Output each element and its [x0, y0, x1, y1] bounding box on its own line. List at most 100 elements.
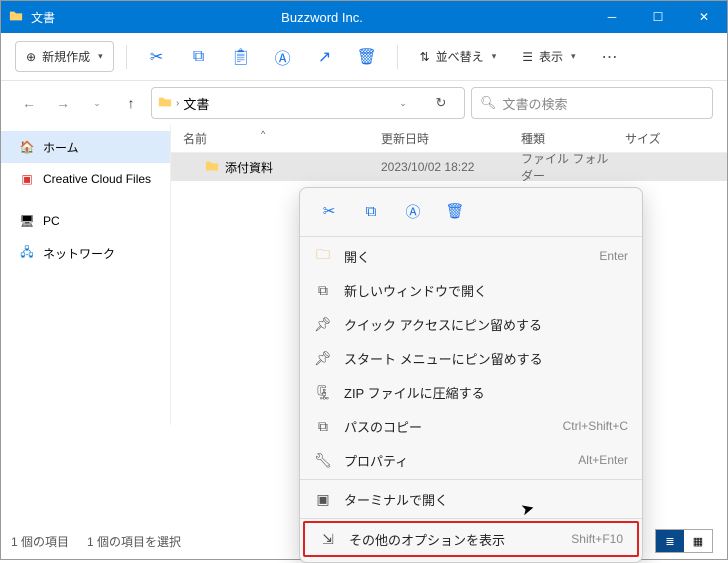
dropdown-button[interactable]: ⌄ [386, 98, 420, 109]
folder-icon: ▣ [19, 172, 35, 186]
chevron-down-icon: ▾ [571, 51, 576, 62]
context-icon-row: ✂ ⧉ Ⓐ 🗑︎ [300, 188, 642, 234]
search-placeholder: 文書の検索 [503, 94, 568, 113]
search-input[interactable]: 🔍︎ 文書の検索 [471, 87, 713, 119]
separator [397, 45, 398, 69]
separator [126, 45, 127, 69]
sidebar-item-network[interactable]: 🖧 ネットワーク [1, 237, 170, 269]
maximize-button[interactable]: ☐ [635, 1, 681, 33]
copy-path-icon: ⧉ [314, 418, 332, 435]
sort-label: 並べ替え [436, 48, 484, 65]
navigation-row: ← → ⌄ ↑ › 文書 ⌄ ↻ 🔍︎ 文書の検索 [1, 81, 727, 125]
column-name[interactable]: 名前 [171, 125, 369, 152]
sidebar-item-creative-cloud[interactable]: ▣ Creative Cloud Files [1, 163, 170, 195]
delete-button[interactable]: 🗑︎ [440, 196, 470, 226]
new-label: 新規作成 [42, 48, 90, 65]
context-menu: ✂ ⧉ Ⓐ 🗑︎ 🗀 開く Enter ⧉ 新しいウィンドウで開く 📌︎ クイッ… [299, 187, 643, 563]
ctx-compress-zip[interactable]: 🗜︎ ZIP ファイルに圧縮する [300, 375, 642, 409]
sort-indicator-icon: ^ [261, 129, 265, 139]
terminal-icon: ▣ [314, 491, 332, 508]
ctx-copy-path[interactable]: ⧉ パスのコピー Ctrl+Shift+C [300, 409, 642, 443]
delete-button[interactable]: 🗑︎ [349, 39, 385, 75]
title-bar: 文書 Buzzword Inc. ─ ☐ ✕ [1, 1, 727, 33]
ctx-properties[interactable]: 🔧︎ プロパティ Alt+Enter [300, 443, 642, 477]
separator [300, 236, 642, 237]
search-icon: 🔍︎ [480, 95, 497, 111]
sort-icon: ⇅ [420, 50, 430, 64]
column-date[interactable]: 更新日時 [369, 125, 509, 152]
folder-icon [205, 159, 219, 176]
folder-icon [158, 95, 172, 112]
pin-icon: 📌︎ [314, 350, 332, 367]
separator [300, 479, 642, 480]
thumbnails-view-button[interactable]: ▦ [684, 530, 712, 552]
paste-button[interactable]: 📋︎ [223, 39, 259, 75]
copy-button[interactable]: ⧉ [356, 196, 386, 226]
new-button[interactable]: ⊕ 新規作成 ▾ [15, 41, 114, 72]
window-title: 文書 [31, 9, 55, 26]
file-date: 2023/10/02 18:22 [369, 160, 509, 174]
column-type[interactable]: 種類 [509, 125, 613, 152]
details-view-button[interactable]: ≣ [656, 530, 684, 552]
sidebar-item-label: ホーム [43, 139, 79, 156]
cut-button[interactable]: ✂ [139, 39, 175, 75]
home-icon: 🏠 [19, 140, 35, 154]
sidebar-item-pc[interactable]: 🖥︎ PC [1, 205, 170, 237]
sidebar-item-label: Creative Cloud Files [43, 172, 151, 186]
address-bar[interactable]: › 文書 ⌄ ↻ [151, 87, 465, 119]
ctx-pin-start[interactable]: 📌︎ スタート メニューにピン留めする [300, 341, 642, 375]
pc-icon: 🖥︎ [19, 214, 35, 228]
up-button[interactable]: ↑ [117, 89, 145, 117]
properties-icon: 🔧︎ [314, 452, 332, 469]
sidebar-item-home[interactable]: 🏠 ホーム [1, 131, 170, 163]
new-window-icon: ⧉ [314, 282, 332, 299]
brand-label: Buzzword Inc. [55, 10, 589, 25]
ctx-show-more-options[interactable]: ⇲ その他のオプションを表示 Shift+F10 [303, 521, 639, 557]
minimize-button[interactable]: ─ [589, 1, 635, 33]
sidebar-item-label: PC [43, 214, 60, 228]
selection-count: 1 個の項目を選択 [87, 533, 181, 550]
more-button[interactable]: ⋯ [592, 39, 628, 75]
folder-open-icon: 🗀 [314, 244, 332, 268]
rename-button[interactable]: Ⓐ [265, 39, 301, 75]
pin-icon: 📌︎ [314, 316, 332, 333]
more-options-icon: ⇲ [319, 531, 337, 548]
close-button[interactable]: ✕ [681, 1, 727, 33]
view-label: 表示 [539, 48, 563, 65]
sidebar-item-label: ネットワーク [43, 245, 115, 262]
view-mode-switch[interactable]: ≣ ▦ [655, 529, 713, 553]
separator [300, 518, 642, 519]
plus-icon: ⊕ [26, 50, 36, 64]
file-name: 添付資料 [225, 159, 273, 176]
back-button[interactable]: ← [15, 89, 43, 117]
sort-button[interactable]: ⇅ 並べ替え ▾ [410, 42, 507, 71]
ctx-open-terminal[interactable]: ▣ ターミナルで開く [300, 482, 642, 516]
breadcrumb[interactable]: 文書 [183, 94, 209, 113]
sidebar: 🏠 ホーム ▣ Creative Cloud Files 🖥︎ PC 🖧 ネット… [1, 125, 171, 425]
ctx-pin-quick-access[interactable]: 📌︎ クイック アクセスにピン留めする [300, 307, 642, 341]
toolbar: ⊕ 新規作成 ▾ ✂ ⧉ 📋︎ Ⓐ ↗ 🗑︎ ⇅ 並べ替え ▾ ☰ 表示 ▾ ⋯ [1, 33, 727, 81]
recent-button[interactable]: ⌄ [83, 89, 111, 117]
cut-button[interactable]: ✂ [314, 196, 344, 226]
ctx-open[interactable]: 🗀 開く Enter [300, 239, 642, 273]
file-type: ファイル フォルダー [509, 150, 613, 184]
column-size[interactable]: サイズ [613, 125, 727, 152]
list-icon: ☰ [522, 50, 533, 64]
chevron-right-icon: › [176, 98, 179, 109]
item-count: 1 個の項目 [11, 533, 69, 550]
copy-button[interactable]: ⧉ [181, 39, 217, 75]
zip-icon: 🗜︎ [314, 384, 332, 401]
share-button[interactable]: ↗ [307, 39, 343, 75]
folder-icon [9, 9, 23, 26]
forward-button[interactable]: → [49, 89, 77, 117]
rename-button[interactable]: Ⓐ [398, 196, 428, 226]
refresh-button[interactable]: ↻ [424, 95, 458, 111]
column-headers: ^ 名前 更新日時 種類 サイズ [171, 125, 727, 153]
network-icon: 🖧 [19, 243, 35, 264]
table-row[interactable]: 添付資料 2023/10/02 18:22 ファイル フォルダー [171, 153, 727, 181]
view-button[interactable]: ☰ 表示 ▾ [512, 42, 585, 71]
status-bar: 1 個の項目 1 個の項目を選択 [11, 529, 181, 553]
chevron-down-icon: ▾ [492, 51, 497, 62]
ctx-open-new-window[interactable]: ⧉ 新しいウィンドウで開く [300, 273, 642, 307]
chevron-down-icon: ▾ [98, 51, 103, 62]
